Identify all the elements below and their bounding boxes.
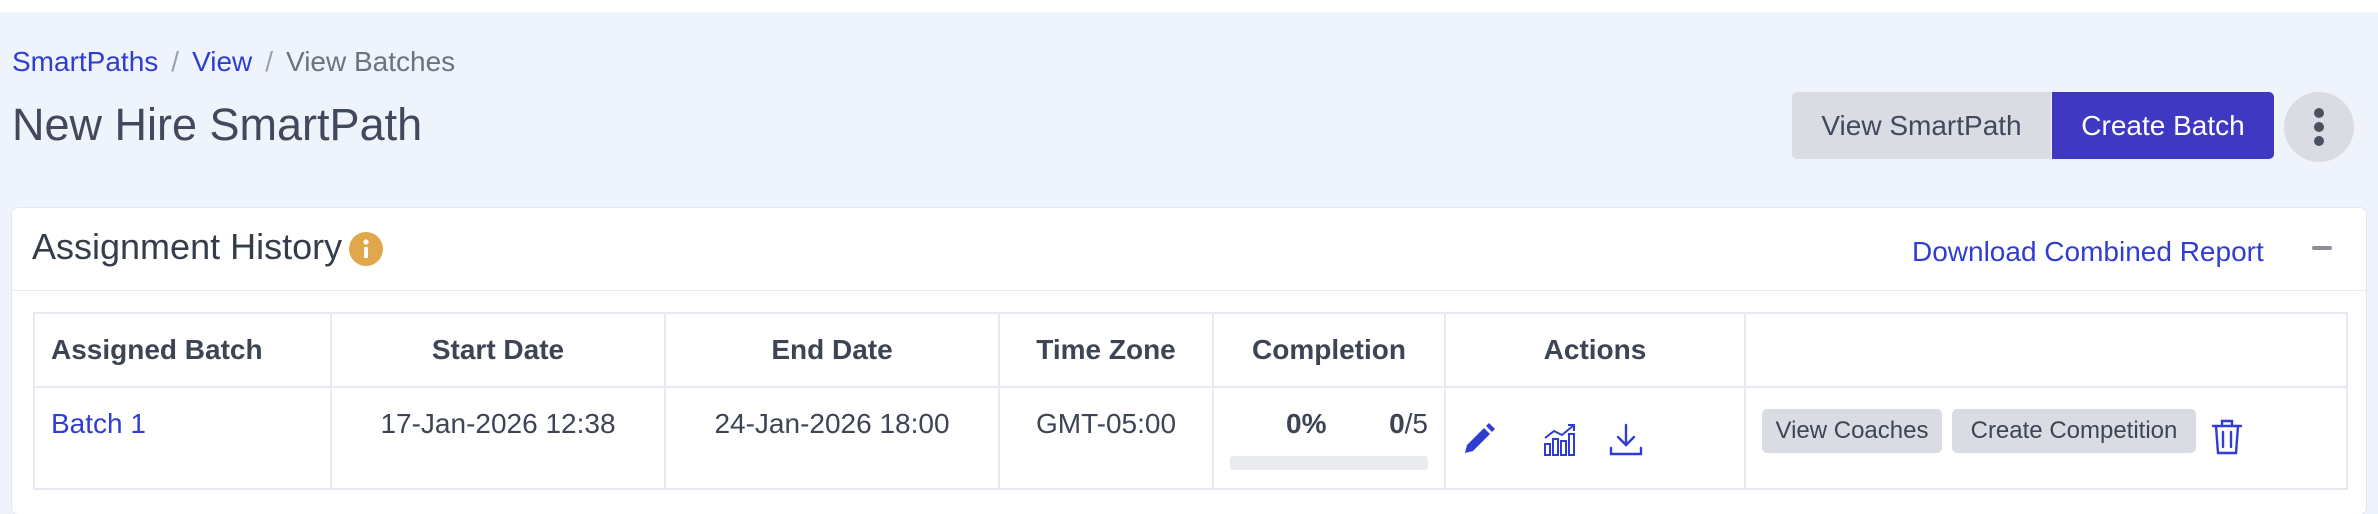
row-options-cell: View Coaches Create Competition: [1744, 386, 2348, 490]
breadcrumb: SmartPaths / View / View Batches: [12, 44, 455, 80]
view-coaches-button[interactable]: View Coaches: [1762, 409, 1942, 453]
completed-count: 0: [1389, 408, 1405, 439]
column-header-actions: Actions: [1444, 312, 1746, 388]
completion-percent: 0%: [1286, 408, 1327, 439]
start-date: 17-Jan-2026 12:38: [380, 408, 616, 439]
column-header-extra: [1744, 312, 2348, 388]
download-combined-report-link[interactable]: Download Combined Report: [1912, 234, 2264, 270]
table-row: Batch 1 17-Jan-2026 12:38 24-Jan-2026 18…: [33, 386, 2348, 490]
pencil-icon[interactable]: [1460, 422, 1496, 458]
start-date-cell: 17-Jan-2026 12:38: [330, 386, 666, 490]
batch-link[interactable]: Batch 1: [51, 388, 146, 440]
view-smartpath-button[interactable]: View SmartPath: [1792, 92, 2051, 159]
total-count: /5: [1404, 408, 1428, 439]
breadcrumb-separator: /: [265, 46, 274, 77]
breadcrumb-smartpaths-link[interactable]: SmartPaths: [12, 46, 158, 77]
completion-progress-bar: [1230, 456, 1428, 470]
breadcrumb-view-link[interactable]: View: [192, 46, 252, 77]
minus-icon[interactable]: [2312, 246, 2332, 250]
card-header: Assignment History Download Combined Rep…: [12, 208, 2366, 291]
assignment-history-card: Assignment History Download Combined Rep…: [12, 208, 2366, 514]
trash-icon[interactable]: [2210, 418, 2244, 456]
column-header-end-date: End Date: [664, 312, 1000, 388]
chart-icon[interactable]: [1542, 422, 1578, 458]
column-header-time-zone: Time Zone: [998, 312, 1214, 388]
completion-cell: 0% 0/5: [1212, 386, 1446, 490]
table-header-row: Assigned Batch Start Date End Date Time …: [33, 312, 2348, 388]
batch-table: Assigned Batch Start Date End Date Time …: [33, 312, 2348, 490]
end-date: 24-Jan-2026 18:00: [714, 408, 950, 439]
card-title: Assignment History: [32, 226, 343, 267]
breadcrumb-current: View Batches: [286, 46, 456, 77]
actions-cell: [1444, 386, 1746, 490]
batch-cell: Batch 1: [33, 386, 332, 490]
end-date-cell: 24-Jan-2026 18:00: [664, 386, 1000, 490]
page-title: New Hire SmartPath: [12, 99, 423, 150]
create-competition-button[interactable]: Create Competition: [1952, 409, 2196, 453]
column-header-completion: Completion: [1212, 312, 1446, 388]
time-zone: GMT-05:00: [1035, 408, 1177, 439]
download-icon[interactable]: [1608, 422, 1644, 458]
info-icon[interactable]: [349, 232, 383, 266]
kebab-vertical-icon: [2314, 108, 2324, 146]
create-batch-button[interactable]: Create Batch: [2052, 92, 2274, 159]
column-header-assigned-batch: Assigned Batch: [33, 312, 332, 388]
more-options-button[interactable]: [2284, 92, 2354, 162]
completion-count: 0/5: [1389, 408, 1428, 440]
column-header-start-date: Start Date: [330, 312, 666, 388]
breadcrumb-separator: /: [171, 46, 180, 77]
time-zone-cell: GMT-05:00: [998, 386, 1214, 490]
